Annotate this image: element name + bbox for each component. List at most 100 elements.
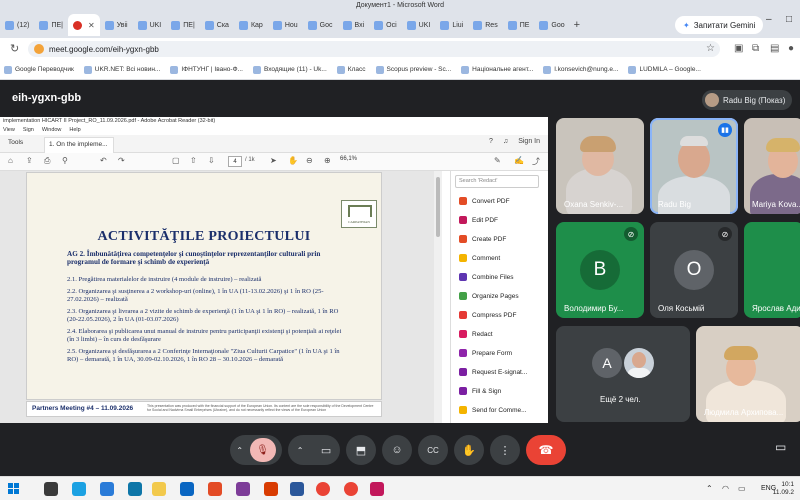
reactions-button[interactable]: ☺	[382, 435, 412, 465]
extension-icon[interactable]: ▣	[734, 43, 743, 54]
sign-in-link[interactable]: Sign In	[518, 138, 540, 145]
word-icon[interactable]	[290, 482, 304, 496]
wifi-icon[interactable]: ◠	[722, 484, 729, 493]
file-explorer-icon[interactable]	[152, 482, 166, 496]
page-number-field[interactable]: 4	[228, 156, 242, 167]
bookmark-item[interactable]: l.konsevich@nung.e...	[543, 65, 618, 74]
powerpoint-icon[interactable]	[264, 482, 278, 496]
tab[interactable]: Вхі	[338, 15, 370, 35]
participant-tile-speaking[interactable]: ▮▮ Radu Big	[650, 118, 738, 214]
acrobat-tool-item[interactable]: Send for Comme...	[459, 406, 527, 414]
camera-options-chevron-icon[interactable]: ⌃	[297, 446, 304, 455]
tab-active[interactable]: ✕	[67, 14, 100, 36]
tools-search-input[interactable]: Search 'Redact'	[455, 175, 539, 188]
edit-pen-icon[interactable]: ✎	[494, 156, 501, 165]
address-bar[interactable]: meet.google.com/eih-ygxn-gbb	[28, 41, 720, 57]
acrobat-tool-item[interactable]: Prepare Form	[459, 349, 512, 357]
maximize-icon[interactable]: □	[786, 14, 792, 25]
participant-tile[interactable]: Ярослав Ади...	[744, 222, 800, 318]
acrobat-tool-item[interactable]: Organize Pages	[459, 292, 519, 300]
app-icon[interactable]	[236, 482, 250, 496]
acrobat-tool-item[interactable]: Request E-signat...	[459, 368, 527, 376]
bookmark-item[interactable]: Входящие (11) - Uk...	[252, 65, 327, 74]
participant-tile[interactable]: Mariya Kova...	[744, 118, 800, 214]
more-options-button[interactable]: ⋮	[490, 435, 520, 465]
chrome-icon[interactable]	[316, 482, 330, 496]
tab[interactable]: Hou	[268, 15, 303, 35]
bell-icon[interactable]: ♫	[503, 138, 508, 145]
app-icon[interactable]	[180, 482, 194, 496]
leave-call-button[interactable]: ☎	[526, 435, 566, 465]
tab[interactable]: Res	[468, 15, 502, 35]
page-icon[interactable]: ▢	[172, 156, 180, 165]
upload-icon[interactable]: ⇪	[26, 156, 33, 165]
bookmark-item[interactable]: Класс	[336, 65, 366, 74]
bookmark-star-icon[interactable]: ☆	[706, 43, 715, 54]
cursor-icon[interactable]: ➤	[270, 156, 277, 165]
participant-tile[interactable]: ⊘ О Оля Косьмій	[650, 222, 738, 318]
app-icon[interactable]	[208, 482, 222, 496]
acrobat-tool-item[interactable]: Edit PDF	[459, 216, 498, 224]
bookmark-item[interactable]: Національне агент...	[461, 65, 533, 74]
clock[interactable]: 10:1 11.09.2	[773, 481, 794, 497]
help-icon[interactable]: ?	[489, 138, 493, 145]
sidepanel-icon[interactable]: ▤	[770, 43, 779, 54]
chrome-icon[interactable]	[344, 482, 358, 496]
app-icon[interactable]	[370, 482, 384, 496]
zoom-out-icon[interactable]: ⊖	[306, 156, 313, 165]
acrobat-tools-tab[interactable]: Tools	[8, 139, 23, 146]
mic-off-icon[interactable]: 🎙︎	[249, 438, 276, 462]
tab[interactable]: ПЕ|	[34, 15, 68, 35]
profile-icon[interactable]: ●	[788, 43, 794, 54]
acrobat-tool-item[interactable]: Combine Files	[459, 273, 514, 281]
battery-icon[interactable]: ▭	[738, 484, 746, 493]
home-icon[interactable]: ⌂	[8, 156, 13, 165]
pdf-scrollbar[interactable]	[434, 171, 442, 423]
zoom-level[interactable]: 66,1%	[340, 156, 357, 162]
hand-icon[interactable]: ✋	[288, 156, 298, 165]
acrobat-tool-item[interactable]: Create PDF	[459, 235, 506, 243]
chat-icon[interactable]: ▭	[775, 440, 786, 454]
site-info-icon[interactable]	[34, 44, 44, 54]
page-up-icon[interactable]: ⇧	[190, 156, 197, 165]
acrobat-tool-item[interactable]: Convert PDF	[459, 197, 510, 205]
print-icon[interactable]: ⎙	[44, 156, 50, 166]
sign-icon[interactable]: ✍	[514, 156, 524, 165]
mic-options-chevron-icon[interactable]: ⌃	[236, 446, 243, 455]
camera-control[interactable]: ⌃ ▭	[288, 435, 340, 465]
page-down-icon[interactable]: ⇩	[208, 156, 215, 165]
participant-tile[interactable]: Людмила Архипова...	[696, 326, 800, 422]
search-taskbar-icon[interactable]	[44, 482, 58, 496]
zoom-in-icon[interactable]: ⊕	[324, 156, 331, 165]
tab[interactable]: ПЕ|	[166, 15, 200, 35]
undo-icon[interactable]: ↶	[100, 156, 107, 165]
tab[interactable]: Увіі	[100, 15, 133, 35]
acrobat-menu-item[interactable]: View	[3, 126, 15, 135]
camera-icon[interactable]: ▭	[321, 444, 331, 457]
tab[interactable]: Goo	[534, 15, 569, 35]
bookmark-item[interactable]: ІФНТУНГ | Івано-Ф...	[170, 65, 243, 74]
tab[interactable]: Ска	[200, 15, 234, 35]
app-icon[interactable]	[128, 482, 142, 496]
acrobat-menu-item[interactable]: Sign	[23, 126, 34, 135]
participant-tile[interactable]: Oxana Senkiv-...	[556, 118, 644, 214]
start-menu-icon[interactable]	[8, 483, 19, 494]
tab[interactable]: Goc	[303, 15, 338, 35]
tab[interactable]: Кар	[234, 15, 268, 35]
close-tab-icon[interactable]: ✕	[88, 21, 95, 30]
bookmark-item[interactable]: UKR.NET: Всі новин...	[83, 65, 160, 74]
tab[interactable]: Осі	[369, 15, 402, 35]
bookmark-item[interactable]: Google Переводчик	[4, 65, 74, 74]
raise-hand-button[interactable]: ✋	[454, 435, 484, 465]
reload-icon[interactable]: ↻	[10, 42, 19, 55]
tab[interactable]: Liui	[435, 15, 468, 35]
acrobat-tool-item[interactable]: Comment	[459, 254, 500, 262]
acrobat-tool-item[interactable]: Redact	[459, 330, 493, 338]
tab[interactable]: UKI	[133, 15, 167, 35]
bookmark-item[interactable]: LUDMILA – Google...	[628, 65, 701, 74]
tab[interactable]: ПЕ	[503, 15, 535, 35]
new-tab-icon[interactable]: +	[574, 19, 580, 31]
search-icon[interactable]: ⚲	[62, 156, 68, 165]
acrobat-tool-item[interactable]: Fill & Sign	[459, 387, 501, 395]
redo-icon[interactable]: ↷	[118, 156, 125, 165]
